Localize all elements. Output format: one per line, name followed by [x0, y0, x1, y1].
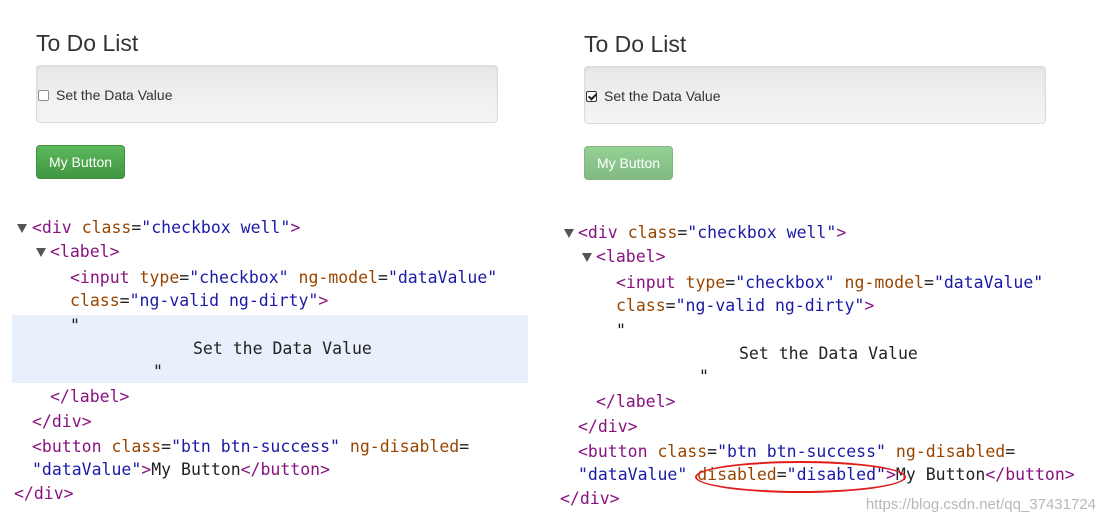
code-line-div-close: </div> — [32, 412, 92, 431]
code-line-input-class: class="ng-valid ng-dirty"> — [70, 291, 329, 310]
watermark: https://blog.csdn.net/qq_37431724 — [865, 496, 1096, 513]
code-line-div-open: <div class="checkbox well"> — [32, 218, 301, 237]
code-line-quote-close: " — [699, 367, 709, 386]
data-value-checkbox[interactable] — [38, 90, 49, 101]
checkbox-well: Set the Data Value — [584, 66, 1046, 124]
code-line-label-close: </label> — [596, 392, 676, 411]
checkbox-well: Set the Data Value — [36, 65, 498, 123]
data-value-checkbox[interactable] — [586, 91, 597, 102]
code-line-div-close: </div> — [578, 417, 638, 436]
code-line-input: <input type="checkbox" ng-model="dataVal… — [616, 273, 1044, 292]
right-panel: To Do List Set the Data Value My Button … — [553, 0, 1106, 522]
checkbox-label[interactable]: Set the Data Value — [56, 87, 172, 103]
page-title: To Do List — [584, 31, 687, 57]
code-line-button-cont: "dataValue">My Button</button> — [32, 460, 331, 479]
expand-triangle-icon[interactable] — [36, 248, 46, 257]
my-button-disabled[interactable]: My Button — [584, 146, 674, 180]
page-title: To Do List — [36, 30, 139, 56]
expand-triangle-icon[interactable] — [582, 253, 592, 262]
code-line-label-open: <label> — [50, 242, 120, 261]
code-line-quote-open: " — [616, 321, 626, 340]
code-line-outer-div-close: </div> — [14, 484, 74, 503]
expand-triangle-icon[interactable] — [564, 229, 574, 238]
left-panel: To Do List Set the Data Value My Button … — [0, 0, 553, 522]
code-line-button: <button class="btn btn-success" ng-disab… — [578, 442, 1016, 461]
code-line-text-node: Set the Data Value — [739, 344, 918, 363]
code-line-input: <input type="checkbox" ng-model="dataVal… — [70, 268, 498, 287]
code-line-quote-close: " — [153, 362, 163, 381]
code-line-label-open: <label> — [596, 247, 666, 266]
code-line-text-node: Set the Data Value — [193, 339, 372, 358]
code-line-outer-div-close: </div> — [560, 489, 620, 508]
code-line-quote-open: " — [70, 316, 80, 335]
expand-triangle-icon[interactable] — [17, 224, 27, 233]
code-line-button: <button class="btn btn-success" ng-disab… — [32, 437, 470, 456]
code-line-label-close: </label> — [50, 387, 130, 406]
annotation-ellipse — [695, 461, 906, 493]
code-line-div-open: <div class="checkbox well"> — [578, 223, 847, 242]
my-button[interactable]: My Button — [36, 145, 126, 179]
code-line-input-class: class="ng-valid ng-dirty"> — [616, 296, 875, 315]
checkbox-label[interactable]: Set the Data Value — [604, 88, 720, 104]
